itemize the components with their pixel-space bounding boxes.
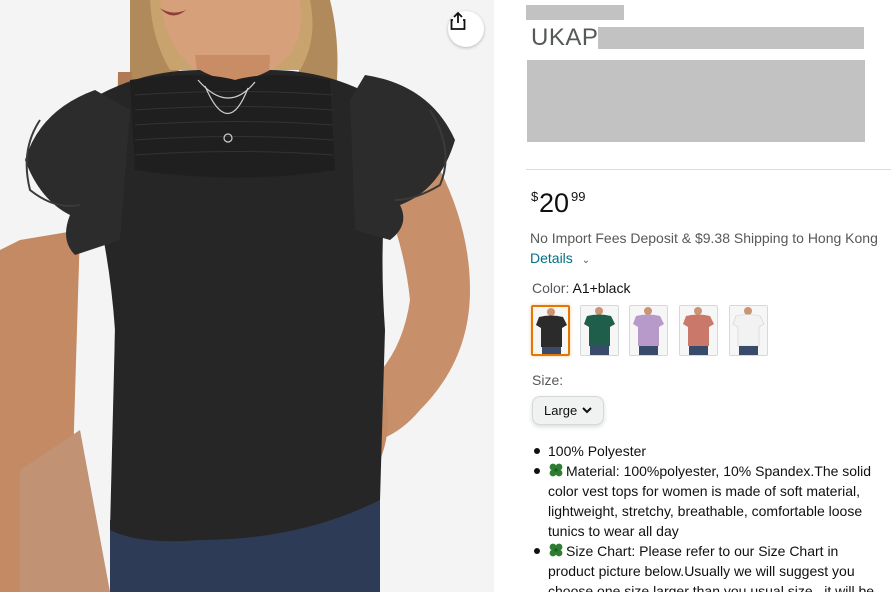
color-swatch-rust[interactable] [679, 305, 718, 356]
color-label: Color: [532, 280, 570, 296]
color-value: A1+black [572, 280, 631, 296]
feature-bullet: Material: 100%polyester, 10% Spandex.The… [534, 461, 886, 541]
four-leaf-clover-icon [549, 463, 563, 477]
size-value: Large [544, 403, 578, 418]
details-link-label: Details [530, 250, 573, 266]
price-fraction: 99 [571, 189, 586, 204]
chevron-down-icon [582, 407, 592, 414]
product-title-brand: UKAP [531, 24, 599, 51]
share-button[interactable] [448, 11, 484, 47]
model-photo [0, 0, 494, 592]
color-swatch-purple[interactable] [629, 305, 668, 356]
shipping-info: No Import Fees Deposit & $9.38 Shipping … [530, 230, 878, 246]
feature-bullets: 100% Polyester Material: 100%polyester, … [534, 441, 886, 592]
four-leaf-clover-icon [549, 543, 563, 557]
swatch-thumbnail [533, 307, 568, 354]
size-dropdown[interactable]: Large [532, 396, 604, 425]
swatch-thumbnail [680, 306, 717, 355]
product-main-image[interactable] [0, 0, 494, 592]
color-swatch-green[interactable] [580, 305, 619, 356]
color-selection-label: Color: A1+black [532, 280, 630, 296]
color-swatch-white[interactable] [729, 305, 768, 356]
chevron-down-icon: ⌄ [581, 255, 591, 266]
product-details-panel: UKAP $ 20 99 No Import Fees Deposit & $9… [526, 0, 891, 592]
shipping-details-link[interactable]: Details ⌄ [530, 250, 590, 266]
share-icon [450, 11, 466, 30]
redacted-title-line [598, 27, 864, 49]
size-label: Size: [532, 372, 564, 388]
swatch-thumbnail [730, 306, 767, 355]
color-swatch-black[interactable] [531, 305, 570, 356]
price-whole: 20 [539, 188, 570, 218]
swatch-thumbnail [581, 306, 618, 355]
price-symbol: $ [531, 189, 539, 204]
redacted-title-block [527, 60, 865, 142]
divider [526, 169, 891, 170]
redacted-store-link [526, 5, 624, 20]
swatch-thumbnail [630, 306, 667, 355]
feature-bullet: 100% Polyester [534, 441, 886, 461]
feature-bullet: Size Chart: Please refer to our Size Cha… [534, 541, 886, 592]
